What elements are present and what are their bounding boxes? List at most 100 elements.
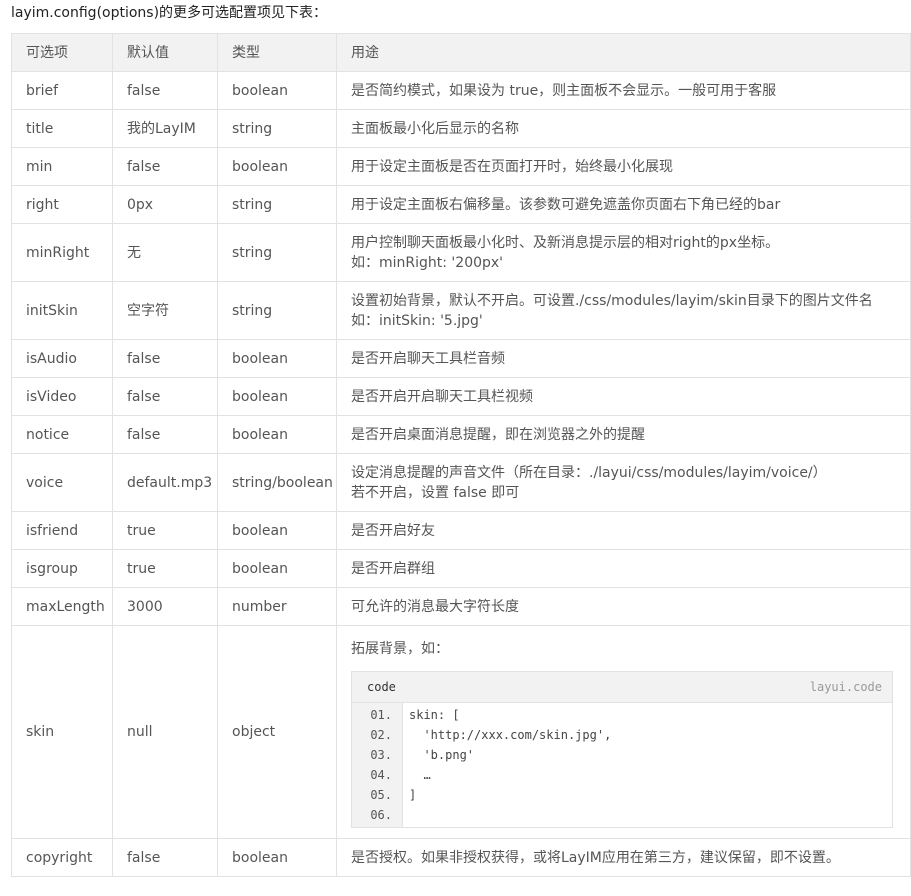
cell-option: minRight [11, 223, 113, 282]
cell-default: false [112, 147, 218, 186]
cell-desc: 是否开启好友 [336, 511, 911, 550]
header-option: 可选项 [11, 33, 113, 72]
table-row: voice default.mp3 string/boolean 设定消息提醒的声音文… [11, 453, 911, 512]
cell-option: right [11, 185, 113, 224]
cell-desc: 是否授权。如果非授权获得，或将LayIM应用在第三方，建议保留，即不设置。 [336, 838, 911, 877]
desc-line: 是否开启群组 [351, 560, 435, 577]
table-row: isAudio false boolean 是否开启聊天工具栏音频 [11, 339, 911, 378]
table-row: brief false boolean 是否简约模式，如果设为 true，则主面板不会… [11, 71, 911, 110]
table-row: isfriend true boolean 是否开启好友 [11, 511, 911, 550]
table-row: initSkin 空字符 string 设置初始背景，默认不开启。可设置./css/m… [11, 281, 911, 340]
cell-desc: 用于设定主面板右偏移量。该参数可避免遮盖你页面右下角已经的bar [336, 185, 911, 224]
cell-option: min [11, 147, 113, 186]
cell-type: boolean [217, 147, 337, 186]
code-line: ] [409, 787, 417, 802]
desc-line: 是否开启桌面消息提醒，即在浏览器之外的提醒 [351, 426, 645, 443]
cell-type: string [217, 281, 337, 340]
code-header: code layui.code [352, 672, 892, 703]
line-number: 03. [370, 747, 392, 762]
cell-default: 0px [112, 185, 218, 224]
cell-desc: 设置初始背景，默认不开启。可设置./css/modules/layim/skin… [336, 281, 911, 340]
desc-line: 是否开启好友 [351, 522, 435, 539]
cell-type: boolean [217, 549, 337, 588]
table-row: right 0px string 用于设定主面板右偏移量。该参数可避免遮盖你页面右下角… [11, 185, 911, 224]
cell-default: 无 [112, 223, 218, 282]
desc-line: 设定消息提醒的声音文件（所在目录：./layui/css/modules/lay… [351, 464, 827, 481]
cell-type: number [217, 587, 337, 626]
code-line: 'http://xxx.com/skin.jpg', [409, 727, 612, 742]
line-number: 06. [370, 807, 392, 822]
code-line: skin: [ [409, 707, 460, 722]
header-type: 类型 [217, 33, 337, 72]
cell-type: boolean [217, 71, 337, 110]
desc-line: 可允许的消息最大字符长度 [351, 598, 519, 615]
options-table: 可选项 默认值 类型 用途 brief false boolean 是否简约模式，如果… [11, 33, 911, 877]
cell-desc: 是否简约模式，如果设为 true，则主面板不会显示。一般可用于客服 [336, 71, 911, 110]
cell-desc: 主面板最小化后显示的名称 [336, 109, 911, 148]
cell-option: isAudio [11, 339, 113, 378]
code-brand: layui.code [809, 679, 882, 694]
cell-option: isfriend [11, 511, 113, 550]
cell-option: title [11, 109, 113, 148]
cell-default: default.mp3 [112, 453, 218, 512]
code-line: 'b.png' [409, 747, 475, 762]
cell-default: false [112, 377, 218, 416]
desc-line: 是否简约模式，如果设为 true，则主面板不会显示。一般可用于客服 [351, 82, 777, 99]
table-row: isgroup true boolean 是否开启群组 [11, 549, 911, 588]
table-row: maxLength 3000 number 可允许的消息最大字符长度 [11, 587, 911, 626]
cell-option: initSkin [11, 281, 113, 340]
code-lines: skin: [ 'http://xxx.com/skin.jpg', 'b.pn… [403, 703, 892, 827]
cell-desc: 拓展背景，如： code layui.code 01. 02. 03. 04. 05. 0… [336, 625, 911, 839]
code-line: … [409, 767, 431, 782]
cell-desc: 是否开启聊天工具栏音频 [336, 339, 911, 378]
cell-option: copyright [11, 838, 113, 877]
cell-default: true [112, 549, 218, 588]
intro-text: layim.config(options)的更多可选配置项见下表： [11, 5, 328, 21]
cell-default: false [112, 339, 218, 378]
desc-line: 设置初始背景，默认不开启。可设置./css/modules/layim/skin… [351, 292, 873, 309]
cell-option: isVideo [11, 377, 113, 416]
table-row: min false boolean 用于设定主面板是否在页面打开时，始终最小化展现 [11, 147, 911, 186]
cell-type: boolean [217, 377, 337, 416]
desc-line: 用户控制聊天面板最小化时、及新消息提示层的相对right的px坐标。 [351, 234, 780, 251]
line-numbers: 01. 02. 03. 04. 05. 06. [352, 702, 403, 827]
cell-default: 我的LayIM [112, 109, 218, 148]
code-body[interactable]: 01. 02. 03. 04. 05. 06. skin: [ 'http://xxx.c… [352, 702, 892, 827]
cell-type: string [217, 223, 337, 282]
table-row-copyright: copyright false boolean 是否授权。如果非授权获得，或将L… [11, 838, 911, 877]
table-row: minRight 无 string 用户控制聊天面板最小化时、及新消息提示层的相对ri… [11, 223, 911, 282]
cell-desc: 可允许的消息最大字符长度 [336, 587, 911, 626]
cell-default: true [112, 511, 218, 550]
cell-desc: 是否开启群组 [336, 549, 911, 588]
line-number: 01. [370, 707, 392, 722]
code-block: code layui.code 01. 02. 03. 04. 05. 06. skin:… [351, 670, 893, 828]
desc-line: 如：minRight: '200px' [351, 254, 504, 271]
cell-type: string [217, 185, 337, 224]
desc-line: 是否开启开启聊天工具栏视频 [351, 388, 533, 405]
line-number: 05. [370, 787, 392, 802]
table-row-skin: skin null object 拓展背景，如： code layui.code… [11, 625, 911, 839]
skin-desc: 拓展背景，如： [351, 640, 449, 657]
cell-option: skin [11, 625, 113, 839]
cell-default: null [112, 625, 218, 839]
cell-type: string/boolean [217, 453, 337, 512]
cell-type: boolean [217, 511, 337, 550]
desc-line: 主面板最小化后显示的名称 [351, 120, 519, 137]
line-number: 02. [370, 727, 392, 742]
cell-type: string [217, 109, 337, 148]
cell-desc: 设定消息提醒的声音文件（所在目录：./layui/css/modules/lay… [336, 453, 911, 512]
cell-type: boolean [217, 415, 337, 454]
header-default: 默认值 [112, 33, 218, 72]
cell-desc: 是否开启开启聊天工具栏视频 [336, 377, 911, 416]
desc-line: 如：initSkin: '5.jpg' [351, 312, 483, 329]
cell-desc: 用于设定主面板是否在页面打开时，始终最小化展现 [336, 147, 911, 186]
cell-type: boolean [217, 838, 337, 877]
cell-option: notice [11, 415, 113, 454]
cell-default: 3000 [112, 587, 218, 626]
cell-option: voice [11, 453, 113, 512]
cell-desc: 用户控制聊天面板最小化时、及新消息提示层的相对right的px坐标。 如：minR… [336, 223, 911, 282]
cell-default: false [112, 838, 218, 877]
header-desc: 用途 [336, 33, 911, 72]
line-number: 04. [370, 767, 392, 782]
